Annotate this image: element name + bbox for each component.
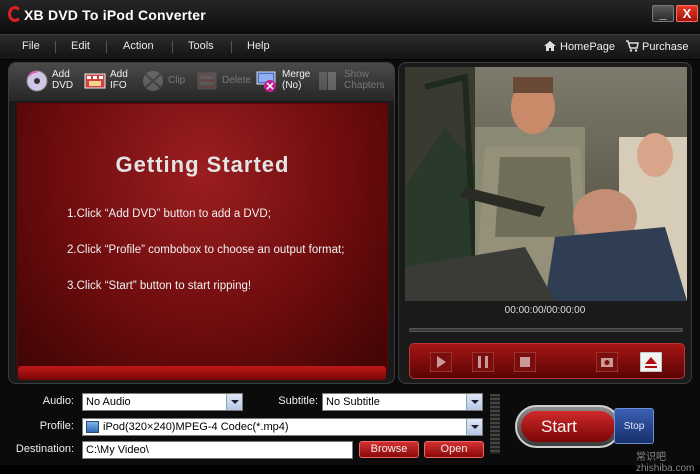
add-dvd-button[interactable]: Add DVD (25, 68, 85, 96)
show-chapters-label: Show Chapters (344, 69, 385, 91)
subtitle-select[interactable]: No Subtitle (322, 393, 483, 411)
merge-label: Merge (No) (282, 69, 311, 91)
file-list-panel: Add DVD Add IFO Clip Delete Merge (No) S… (8, 62, 395, 384)
purchase-link[interactable]: Purchase (625, 40, 688, 53)
app-window: XB DVD To iPod Converter _ X File Edit A… (0, 0, 700, 474)
audio-value: No Audio (86, 396, 131, 408)
chapters-icon (319, 72, 336, 90)
clip-label: Clip (168, 75, 186, 86)
title-bar: XB DVD To iPod Converter _ X (0, 0, 700, 32)
chevron-down-icon (226, 394, 242, 410)
window-title: XB DVD To iPod Converter (24, 7, 206, 23)
scissors-disc-icon (143, 71, 163, 91)
chevron-down-icon (466, 394, 482, 410)
add-ifo-button[interactable]: Add IFO (83, 68, 143, 96)
add-dvd-label: Add DVD (52, 69, 74, 91)
instruction-step: 1.Click “Add DVD” button to add a DVD; (67, 208, 271, 220)
add-ifo-label: Add IFO (110, 69, 128, 91)
purchase-label: Purchase (642, 41, 689, 53)
clip-button[interactable]: Clip (141, 68, 193, 96)
show-chapters-button[interactable]: Show Chapters (317, 68, 391, 96)
minimize-button[interactable]: _ (652, 5, 674, 22)
subtitle-label: Subtitle: (278, 395, 318, 407)
status-strip (18, 366, 386, 380)
side-scrollbar (490, 394, 500, 454)
subtitle-value: No Subtitle (326, 396, 380, 408)
profile-value: iPod(320×240)MPEG-4 Codec(*.mp4) (103, 421, 289, 433)
pause-icon[interactable] (472, 352, 494, 372)
merge-button[interactable]: Merge (No) (255, 68, 313, 96)
preview-frame-image (405, 67, 687, 301)
profile-label: Profile: (39, 420, 74, 432)
menu-help[interactable]: Help (247, 40, 270, 52)
getting-started-title: Getting Started (115, 152, 290, 177)
destination-field[interactable]: C:\My Video\ (82, 441, 353, 459)
stop-icon[interactable] (514, 352, 536, 372)
open-button[interactable]: Open (424, 441, 484, 458)
watermark: 常识吧 zhishiba.com (636, 452, 695, 474)
close-button[interactable]: X (676, 5, 698, 22)
delete-button[interactable]: Delete (195, 68, 253, 96)
toolbar: Add DVD Add IFO Clip Delete Merge (No) S… (9, 63, 394, 101)
ipod-icon (86, 421, 99, 433)
instruction-step: 3.Click “Start” button to start ripping! (67, 280, 252, 292)
audio-select[interactable]: No Audio (82, 393, 243, 411)
homepage-link[interactable]: HomePage (543, 40, 615, 53)
delete-label: Delete (222, 75, 251, 86)
instruction-step: 2.Click “Profile” combobox to choose an … (67, 244, 345, 256)
play-icon[interactable] (430, 352, 452, 372)
cart-icon (626, 40, 639, 52)
start-button[interactable]: Start (515, 405, 621, 448)
start-label: Start (541, 417, 577, 436)
browse-button[interactable]: Browse (359, 441, 419, 458)
destination-label: Destination: (15, 443, 74, 455)
profile-select[interactable]: iPod(320×240)MPEG-4 Codec(*.mp4) (82, 418, 483, 436)
menu-separator (106, 41, 107, 53)
stop-button[interactable]: Stop (614, 408, 654, 444)
seek-slider[interactable] (409, 328, 683, 332)
home-icon (544, 41, 556, 51)
chevron-down-icon (466, 419, 482, 435)
film-icon (84, 73, 106, 89)
audio-label: Audio: (42, 395, 74, 407)
snapshot-icon[interactable] (596, 352, 618, 372)
menu-tools[interactable]: Tools (188, 40, 214, 52)
menu-file[interactable]: File (22, 40, 40, 52)
menu-bar: File Edit Action Tools Help HomePage Pur… (0, 34, 700, 60)
time-display: 00:00:00/00:00:00 (504, 305, 586, 316)
disc-icon (26, 70, 48, 92)
menu-action[interactable]: Action (123, 40, 154, 52)
getting-started-panel: Getting Started 1.Click “Add DVD” button… (17, 103, 388, 373)
menu-separator (172, 41, 173, 53)
preview-panel: 00:00:00/00:00:00 (398, 62, 692, 384)
menu-edit[interactable]: Edit (71, 40, 90, 52)
film-delete-icon (197, 72, 217, 90)
homepage-label: HomePage (560, 41, 616, 53)
playback-controls (409, 343, 685, 379)
video-preview (405, 67, 687, 301)
merge-icon (256, 71, 276, 92)
start-button-face: Start (521, 411, 615, 442)
eject-icon[interactable] (640, 352, 662, 372)
app-logo-icon (8, 6, 22, 22)
menu-separator (55, 41, 56, 53)
menu-separator (231, 41, 232, 53)
